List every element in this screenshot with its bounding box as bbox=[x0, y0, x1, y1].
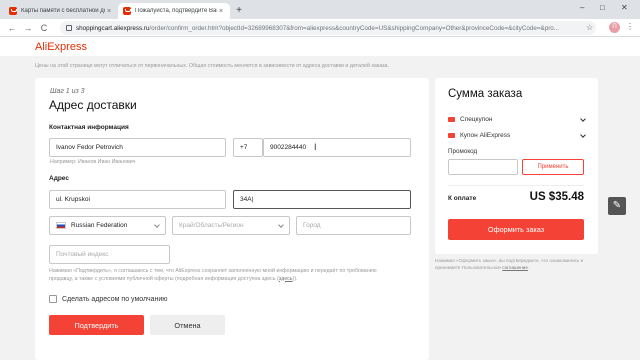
browser-tab-bar: Карты памяти с бесплатной доставкой × По… bbox=[0, 0, 640, 19]
promo-code-input[interactable] bbox=[448, 159, 518, 175]
country-value: Russian Federation bbox=[71, 222, 128, 229]
contact-section-heading: Контактная информация bbox=[49, 124, 129, 131]
confirm-button[interactable]: Подтвердить bbox=[49, 315, 144, 335]
browser-tab-confirm-order[interactable]: Пожалуйста, подтвердите Ваш заказ × bbox=[118, 3, 230, 19]
tab-title: Пожалуйста, подтвердите Ваш заказ bbox=[135, 8, 217, 14]
edit-pencil-icon[interactable]: ✎ bbox=[608, 197, 626, 215]
chevron-down-icon bbox=[580, 116, 586, 122]
chevron-down-icon bbox=[580, 132, 586, 138]
reload-icon[interactable]: C bbox=[38, 22, 50, 34]
tab-title: Карты памяти с бесплатной доставкой bbox=[21, 8, 105, 14]
agreement-link[interactable]: соглашение bbox=[502, 265, 528, 270]
default-address-label: Сделать адресом по умолчанию bbox=[62, 295, 168, 303]
address-bar[interactable]: shoppingcart.aliexpress.ru/order/confirm… bbox=[60, 21, 596, 35]
region-select[interactable]: Край/Область/Регион bbox=[172, 216, 290, 235]
aliexpress-coupon-row[interactable]: Купон AliExpress bbox=[448, 130, 588, 140]
name-hint: Например: Иванов Иван Иванович bbox=[50, 159, 136, 165]
minimize-icon[interactable]: – bbox=[580, 3, 584, 12]
order-summary-title: Сумма заказа bbox=[448, 88, 523, 100]
checkout-note: Нажимая «Оформить заказ», вы подтверждае… bbox=[435, 258, 600, 271]
step-indicator: Шаг 1 из 3 bbox=[50, 88, 85, 95]
legal-notice-text: Нажимая «Подтвердить», я соглашаюсь с те… bbox=[49, 268, 377, 282]
default-address-row[interactable]: Сделать адресом по умолчанию bbox=[49, 295, 168, 303]
special-coupon-label: Спецкупон bbox=[460, 115, 493, 123]
house-number-field[interactable]: 34A | bbox=[233, 190, 411, 209]
postal-code-field[interactable]: Почтовый индекс bbox=[49, 245, 170, 264]
close-window-icon[interactable]: ✕ bbox=[621, 3, 628, 12]
close-tab-icon[interactable]: × bbox=[105, 8, 113, 15]
special-coupon-row[interactable]: Спецкупон bbox=[448, 114, 588, 124]
aliexpress-favicon-icon bbox=[123, 7, 131, 15]
phone-number-field[interactable]: 9002284440 I bbox=[263, 138, 411, 157]
coupon-icon bbox=[448, 116, 455, 122]
city-field[interactable]: Город bbox=[296, 216, 411, 235]
browser-tab-memory-cards[interactable]: Карты памяти с бесплатной доставкой × bbox=[4, 3, 118, 19]
full-name-field[interactable]: Ivanov Fedor Petrovich bbox=[49, 138, 226, 157]
browser-menu-icon[interactable]: ⋮ bbox=[626, 22, 634, 31]
aliexpress-favicon-icon bbox=[9, 7, 17, 15]
street-field[interactable]: ul. Krupskoi bbox=[49, 190, 226, 209]
country-select[interactable]: Russian Federation bbox=[49, 216, 166, 235]
legal-notice: Нажимая «Подтвердить», я соглашаюсь с те… bbox=[49, 268, 389, 283]
close-tab-icon[interactable]: × bbox=[217, 8, 225, 15]
url-path: /order/confirm_order.htm?objectId=326899… bbox=[149, 24, 560, 32]
text-caret-icon: | bbox=[251, 196, 254, 203]
text-cursor-icon: I bbox=[314, 142, 317, 152]
chevron-down-icon bbox=[154, 222, 160, 228]
bookmark-star-icon[interactable]: ☆ bbox=[586, 23, 593, 32]
lock-icon bbox=[66, 25, 72, 31]
russia-flag-icon bbox=[56, 222, 66, 229]
aliexpress-logo[interactable]: AliExpress bbox=[35, 41, 87, 53]
page-title: Адрес доставки bbox=[49, 98, 137, 112]
coupon-icon bbox=[448, 132, 455, 138]
back-icon[interactable]: ← bbox=[6, 22, 18, 34]
legal-link[interactable]: здесь bbox=[279, 276, 293, 282]
house-number-value: 34A bbox=[240, 196, 252, 203]
cancel-button[interactable]: Отмена bbox=[150, 315, 225, 335]
checkout-note-end: . bbox=[527, 264, 530, 270]
total-value: US $35.48 bbox=[529, 191, 584, 203]
price-notice: Цены на этой странице могут отличаться о… bbox=[35, 63, 389, 69]
forward-icon[interactable]: → bbox=[22, 22, 34, 34]
total-label: К оплате bbox=[448, 195, 477, 202]
checkout-button[interactable]: Оформить заказ bbox=[448, 219, 584, 240]
phone-number-value: 9002284440 bbox=[270, 144, 307, 151]
apply-promo-button[interactable]: Применить bbox=[522, 159, 584, 175]
default-address-checkbox[interactable] bbox=[49, 295, 57, 303]
address-section-heading: Адрес bbox=[49, 175, 69, 182]
region-placeholder: Край/Область/Регион bbox=[179, 222, 244, 229]
legal-notice-end: )). bbox=[292, 275, 298, 282]
maximize-icon[interactable]: □ bbox=[600, 3, 605, 12]
url-host: shoppingcart.aliexpress.ru bbox=[76, 24, 150, 32]
summary-divider bbox=[448, 185, 584, 186]
browser-toolbar: ← → C shoppingcart.aliexpress.ru/order/c… bbox=[0, 19, 640, 37]
profile-avatar[interactable]: П bbox=[609, 22, 620, 33]
aliexpress-coupon-label: Купон AliExpress bbox=[460, 131, 511, 139]
new-tab-button[interactable]: + bbox=[233, 5, 245, 17]
chevron-down-icon bbox=[278, 222, 284, 228]
phone-country-code-field[interactable]: +7 bbox=[233, 138, 263, 157]
promo-code-label: Промокод bbox=[448, 148, 478, 155]
site-header: AliExpress bbox=[0, 37, 640, 56]
